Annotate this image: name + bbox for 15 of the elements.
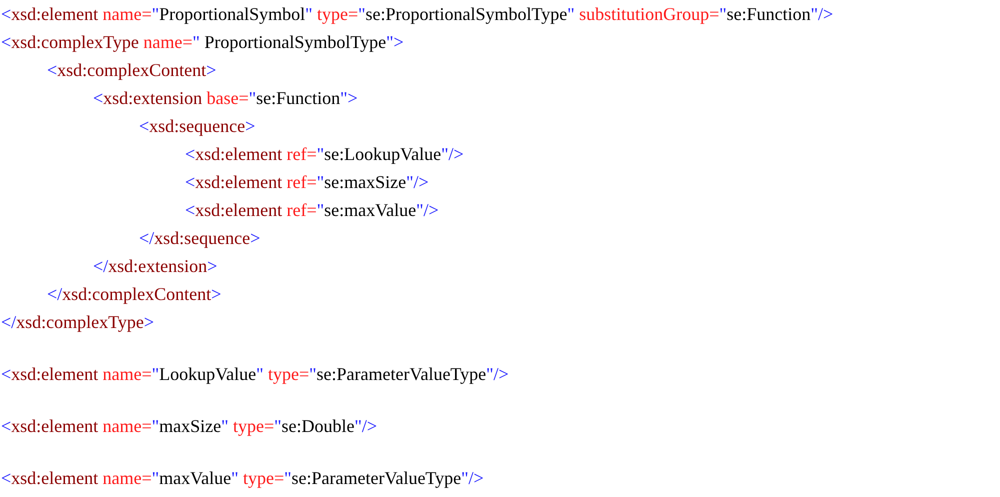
- code-line: <xsd:element ref="se:maxSize"/>: [185, 171, 429, 194]
- code-line: <xsd:extension base="se:Function">: [93, 87, 358, 110]
- code-line: <xsd:sequence>: [139, 115, 256, 138]
- code-line: <xsd:element ref="se:LookupValue"/>: [185, 143, 464, 166]
- code-line: <xsd:complexType name=" ProportionalSymbolType">: [1, 31, 404, 54]
- code-line: <xsd:element name="ProportionalSymbol" type="se:ProportionalSymbolType" substitutionGroup="se:Function"/>: [1, 3, 834, 26]
- code-line: </xsd:complexContent>: [47, 283, 222, 306]
- code-line: <xsd:element name="LookupValue" type="se:ParameterValueType"/>: [1, 363, 509, 386]
- code-line: <xsd:element name="maxValue" type="se:ParameterValueType"/>: [1, 467, 484, 490]
- code-line: </xsd:complexType>: [1, 311, 154, 334]
- code-line: <xsd:complexContent>: [47, 59, 216, 82]
- code-line: <xsd:element ref="se:maxValue"/>: [185, 199, 439, 222]
- code-line: <xsd:element name="maxSize" type="se:Double"/>: [1, 415, 377, 438]
- code-line: </xsd:extension>: [93, 255, 218, 278]
- code-line: </xsd:sequence>: [139, 227, 260, 250]
